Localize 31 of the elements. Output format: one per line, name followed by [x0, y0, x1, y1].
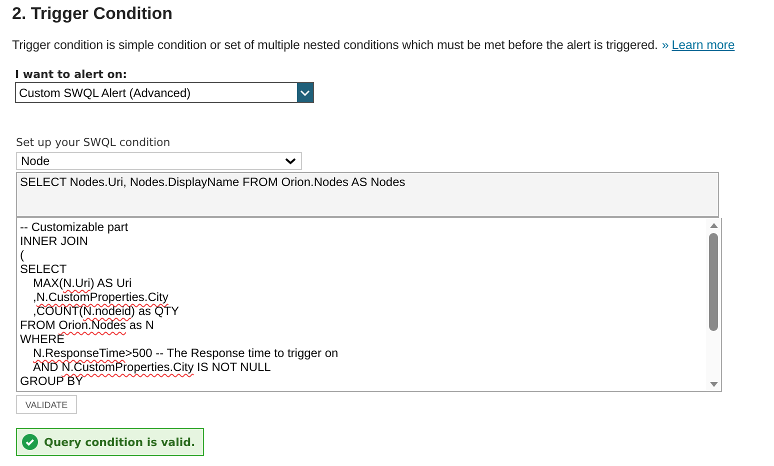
- code-line: (: [20, 248, 25, 262]
- code-line: MAX(N.Uri) AS Uri: [32, 276, 133, 290]
- code-line: GROUP BY: [20, 374, 84, 388]
- code-line: FROM Orion.Nodes as N: [20, 318, 156, 332]
- section-title: 2. Trigger Condition: [12, 4, 174, 24]
- code-line: ,COUNT(N.nodeid) as QTY: [32, 304, 180, 318]
- code-line: N.ResponseTime>500 -- The Response time to trigger on: [32, 346, 340, 360]
- field-label: Set up your SWQL condition: [16, 136, 172, 150]
- code-line: -- Customizable part: [20, 220, 130, 234]
- link-marker: »: [662, 38, 669, 52]
- code-line: ,N.CustomProperties.City: [32, 290, 170, 304]
- chevron-down-icon: [300, 90, 310, 96]
- alert-type-dropdown[interactable]: Custom SWQL Alert (Advanced): [15, 82, 314, 103]
- chevron-down-icon: [285, 158, 296, 164]
- code-line: WHERE: [20, 332, 66, 346]
- query-editor[interactable]: [16, 218, 722, 392]
- description-text: Trigger condition is simple condition or set of multiple nested conditions which must be met before the alert is triggered.: [12, 38, 658, 52]
- learn-more-link[interactable]: Learn more: [672, 38, 735, 52]
- scrollbar-thumb[interactable]: [709, 233, 718, 331]
- check-circle-icon: [22, 434, 38, 450]
- scroll-down-icon[interactable]: [710, 382, 718, 387]
- validation-message: Query condition is valid.: [44, 436, 196, 448]
- field-label: I want to alert on:: [15, 68, 128, 82]
- object-type-dropdown[interactable]: Node: [16, 152, 302, 170]
- code-line: AND N.CustomProperties.City IS NOT NULL: [32, 360, 272, 374]
- scrollbar[interactable]: [706, 218, 721, 391]
- code-line: INNER JOIN: [20, 234, 90, 248]
- query-field: SELECT Nodes.Uri, Nodes.DisplayName FROM Orion.Nodes AS Nodes: [16, 172, 719, 218]
- code-line: SELECT: [20, 262, 68, 276]
- validate-button[interactable]: VALIDATE: [16, 395, 77, 414]
- scroll-up-icon[interactable]: [710, 223, 718, 228]
